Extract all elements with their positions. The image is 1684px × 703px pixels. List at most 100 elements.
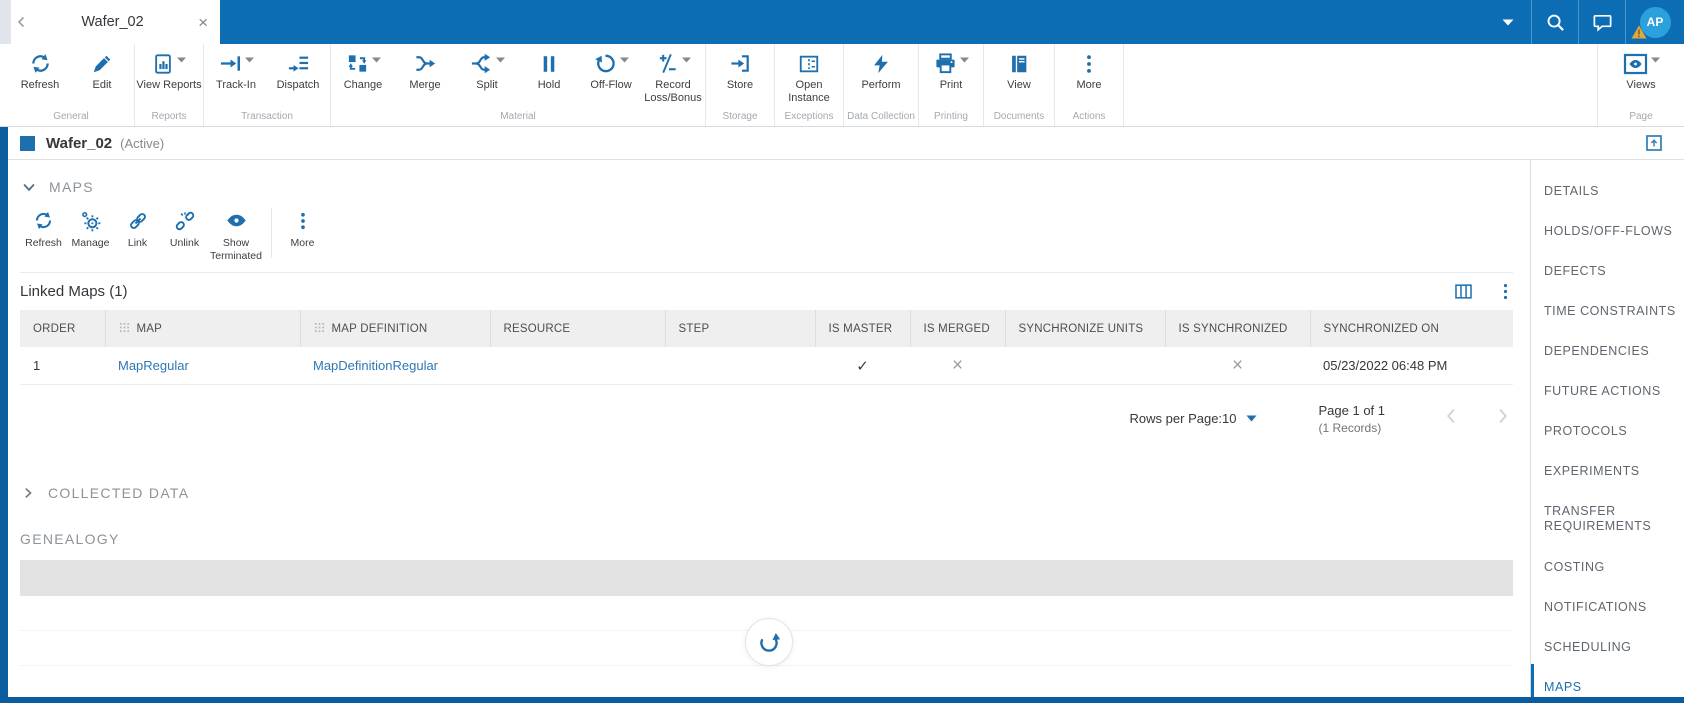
search-icon[interactable] xyxy=(1532,0,1578,44)
print-button[interactable]: Print xyxy=(920,47,982,108)
button-label: Split xyxy=(476,79,498,91)
column-header-order[interactable]: ORDER xyxy=(20,310,106,348)
title-bar: Wafer_02 (Active) xyxy=(0,127,1684,160)
map-definition-link[interactable]: MapDefinitionRegular xyxy=(313,358,438,373)
change-button[interactable]: Change xyxy=(332,47,394,108)
genealogy-section-header: GENEALOGY xyxy=(20,531,1530,547)
view-button[interactable]: View xyxy=(985,47,1053,108)
refresh-icon xyxy=(35,211,52,230)
eye-box-icon xyxy=(1623,53,1647,74)
lightning-bolt-icon xyxy=(874,54,888,73)
toolbar-separator xyxy=(271,208,272,258)
sidebar-item-holds-off-flows[interactable]: HOLDS/OFF-FLOWS xyxy=(1544,224,1678,264)
right-sidebar: DETAILS HOLDS/OFF-FLOWS DEFECTS TIME CON… xyxy=(1530,160,1684,697)
previous-page-icon[interactable] xyxy=(1441,405,1463,432)
maps-manage-button[interactable]: Manage xyxy=(67,208,114,250)
column-header-resource[interactable]: RESOURCE xyxy=(490,310,666,348)
dispatch-button[interactable]: Dispatch xyxy=(267,47,329,108)
button-label: Dispatch xyxy=(276,79,320,91)
linked-maps-header: Linked Maps (1) xyxy=(20,282,1513,301)
ribbon-group-general: Refresh Edit General xyxy=(8,44,135,126)
column-header-map-definition[interactable]: MAP DEFINITION xyxy=(300,310,491,348)
off-flow-button[interactable]: Off-Flow xyxy=(580,47,642,108)
ribbon-group-actions: More Actions xyxy=(1055,44,1124,126)
button-label: Show Terminated xyxy=(210,237,262,263)
column-header-step[interactable]: STEP xyxy=(665,310,816,348)
sidebar-item-maps[interactable]: MAPS xyxy=(1531,664,1678,697)
view-reports-button[interactable]: View Reports xyxy=(136,47,202,108)
merge-button[interactable]: Merge xyxy=(394,47,456,108)
ribbon-group-exceptions: Open Instance Exceptions xyxy=(775,44,844,126)
hold-button[interactable]: Hold xyxy=(518,47,580,108)
button-label: Refresh xyxy=(25,237,62,249)
column-header-is-synchronized[interactable]: IS SYNCHRONIZED xyxy=(1165,310,1311,348)
table-header-row: ORDER MAP MAP DEFINITION RESOURCE STEP I… xyxy=(20,310,1513,348)
chat-icon[interactable] xyxy=(1579,0,1625,44)
sidebar-item-dependencies[interactable]: DEPENDENCIES xyxy=(1544,344,1678,384)
collected-data-title: COLLECTED DATA xyxy=(48,484,190,501)
ribbon: Refresh Edit General View Reports Report… xyxy=(0,44,1684,127)
sidebar-item-protocols[interactable]: PROTOCOLS xyxy=(1544,424,1678,464)
record-loss-bonus-button[interactable]: Record Loss/Bonus xyxy=(642,47,704,108)
expand-icon[interactable] xyxy=(1646,135,1662,151)
avatar[interactable]: AP xyxy=(1631,6,1671,38)
store-button[interactable]: Store xyxy=(707,47,773,108)
split-button[interactable]: Split xyxy=(456,47,518,108)
refresh-button[interactable]: Refresh xyxy=(9,47,71,108)
store-bracket-icon xyxy=(730,55,749,72)
open-instance-button[interactable]: Open Instance xyxy=(776,47,842,108)
tab-close-icon[interactable]: × xyxy=(194,12,212,33)
checkmark-icon: ✓ xyxy=(856,357,869,375)
column-header-is-master[interactable]: IS MASTER xyxy=(815,310,911,348)
ribbon-group-material: Change Merge Split Hold Off-Flow Record … xyxy=(331,44,706,126)
entity-square-icon xyxy=(20,135,35,151)
rows-per-page-select[interactable]: Rows per Page:10 xyxy=(1130,411,1257,426)
chevron-down-icon xyxy=(1246,415,1256,422)
maps-section-title: MAPS xyxy=(49,179,94,195)
sidebar-item-defects[interactable]: DEFECTS xyxy=(1544,264,1678,304)
perform-button[interactable]: Perform xyxy=(845,47,917,108)
sidebar-item-details[interactable]: DETAILS xyxy=(1544,184,1678,224)
kebab-menu-icon[interactable] xyxy=(1498,282,1513,301)
column-header-map[interactable]: MAP xyxy=(105,310,301,348)
sidebar-item-transfer-requirements[interactable]: TRANSFER REQUIREMENTS xyxy=(1544,504,1678,560)
maps-unlink-button[interactable]: Unlink xyxy=(161,208,208,250)
grip-dots-icon[interactable] xyxy=(119,322,130,333)
maps-section-header[interactable]: MAPS xyxy=(20,178,1530,196)
ribbon-group-label: Storage xyxy=(722,111,758,122)
views-button[interactable]: Views xyxy=(1612,47,1670,108)
back-chevron-icon[interactable] xyxy=(13,13,31,31)
collected-data-section-header[interactable]: COLLECTED DATA xyxy=(20,485,1530,501)
sidebar-item-notifications[interactable]: NOTIFICATIONS xyxy=(1544,600,1678,640)
chevron-down-icon xyxy=(959,57,969,62)
map-link[interactable]: MapRegular xyxy=(118,358,189,373)
column-header-synchronized-on[interactable]: SYNCHRONIZED ON xyxy=(1310,310,1513,348)
page-title: Wafer_02 xyxy=(46,134,113,152)
column-chooser-icon[interactable] xyxy=(1453,282,1474,301)
ribbon-group-label: General xyxy=(53,111,89,122)
button-label: Change xyxy=(343,79,383,91)
sidebar-item-future-actions[interactable]: FUTURE ACTIONS xyxy=(1544,384,1678,424)
grip-dots-icon[interactable] xyxy=(314,322,325,333)
maps-more-button[interactable]: More xyxy=(279,208,326,250)
topbar-dropdown-chevron-icon[interactable] xyxy=(1485,0,1531,44)
sidebar-item-experiments[interactable]: EXPERIMENTS xyxy=(1544,464,1678,504)
button-label: Merge xyxy=(409,79,441,91)
sidebar-item-time-constraints[interactable]: TIME CONSTRAINTS xyxy=(1544,304,1678,344)
column-header-is-merged[interactable]: IS MERGED xyxy=(910,310,1006,348)
refresh-icon xyxy=(31,54,49,73)
column-header-synchronize-units[interactable]: SYNCHRONIZE UNITS xyxy=(1005,310,1166,348)
sidebar-item-costing[interactable]: COSTING xyxy=(1544,560,1678,600)
maps-show-terminated-button[interactable]: Show Terminated xyxy=(208,208,264,263)
maps-link-button[interactable]: Link xyxy=(114,208,161,250)
cell-order: 1 xyxy=(20,347,105,385)
next-page-icon[interactable] xyxy=(1491,405,1513,432)
maps-refresh-button[interactable]: Refresh xyxy=(20,208,67,250)
track-in-button[interactable]: Track-In xyxy=(205,47,267,108)
more-button[interactable]: More xyxy=(1056,47,1122,108)
page-tab[interactable]: Wafer_02 × xyxy=(11,0,220,44)
button-label: View Reports xyxy=(136,79,202,91)
sidebar-item-scheduling[interactable]: SCHEDULING xyxy=(1544,640,1678,680)
button-label: View xyxy=(1007,79,1031,91)
edit-button[interactable]: Edit xyxy=(71,47,133,108)
